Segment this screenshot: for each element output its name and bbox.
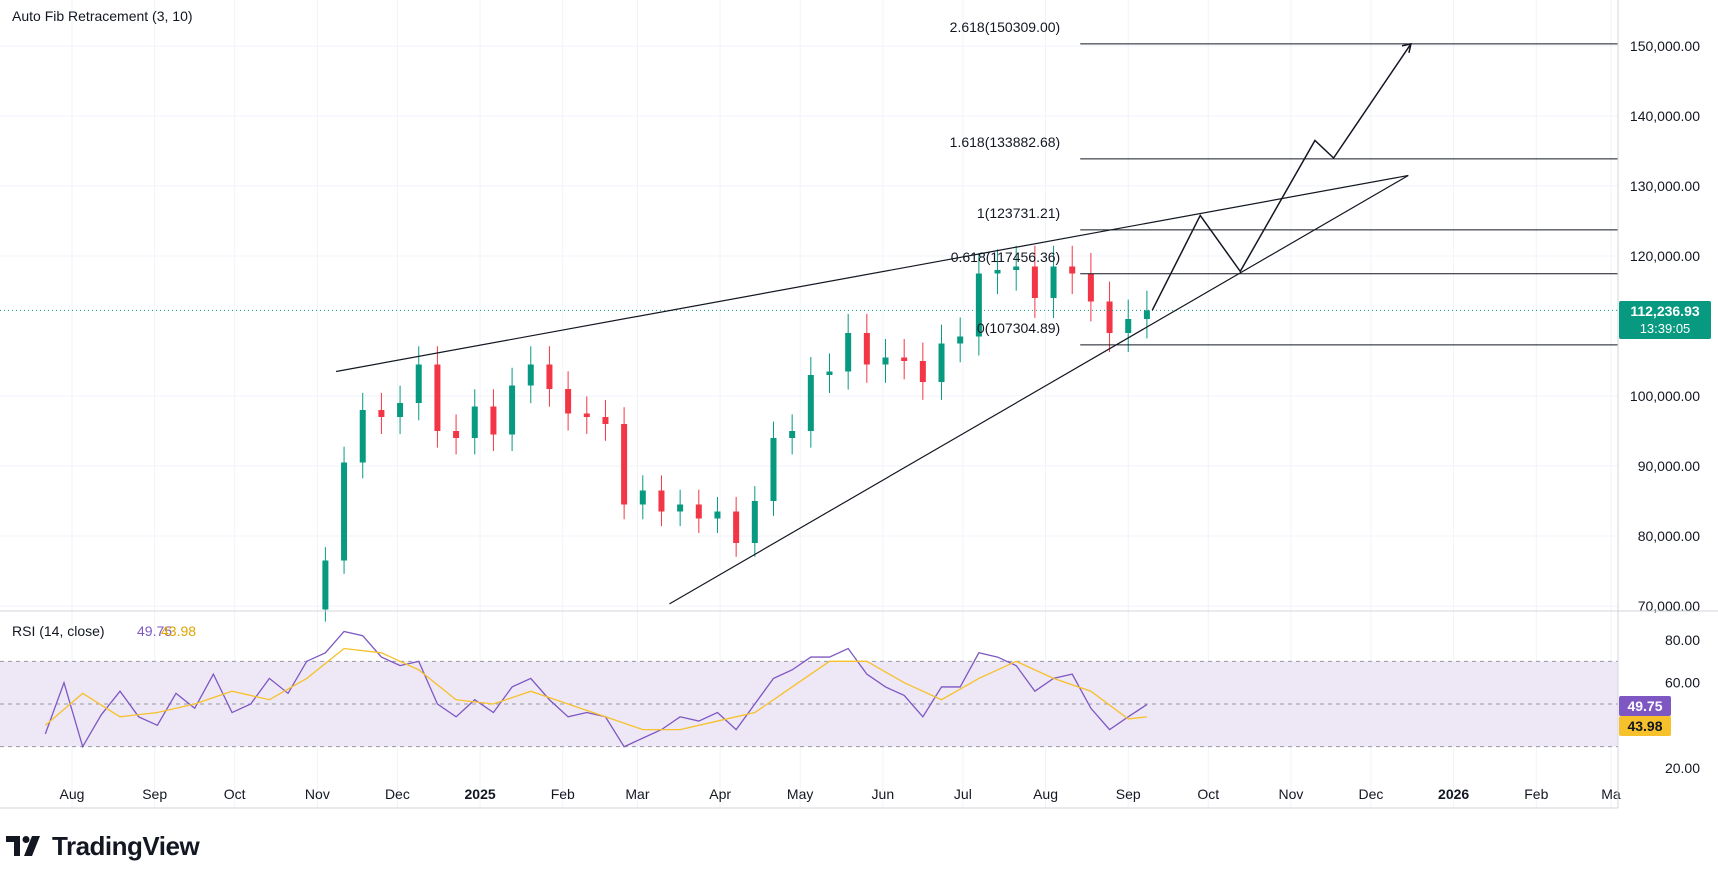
time-tick-label: Mar <box>625 786 649 802</box>
candle-body <box>639 490 646 505</box>
candle-body <box>490 406 497 435</box>
candle-body <box>359 410 366 463</box>
price-tick-label: 130,000.00 <box>1630 178 1700 194</box>
rsi-tick-label: 60.00 <box>1665 675 1700 691</box>
candle-body <box>527 364 534 386</box>
time-tick-label: Aug <box>1033 786 1058 802</box>
candle-body <box>994 270 1001 274</box>
candle-body <box>695 504 702 519</box>
candle-body <box>901 357 908 361</box>
time-tick-label: Sep <box>1116 786 1141 802</box>
candle-body <box>471 406 478 438</box>
fib-level-label: 1.618(133882.68) <box>950 134 1061 150</box>
drawings: 2.618(150309.00) 1.618(133882.68) 1(123731… <box>0 19 1618 605</box>
chart-svg: 2.618(150309.00) 1.618(133882.68) 1(123731… <box>0 0 1718 809</box>
candle-body <box>863 333 870 365</box>
time-tick-label: May <box>787 786 813 802</box>
chart-root: 2.618(150309.00) 1.618(133882.68) 1(123731… <box>0 0 1718 884</box>
fib-level-label: 0(107304.89) <box>977 320 1060 336</box>
candle-body <box>1050 266 1057 298</box>
candle-body <box>434 364 441 431</box>
time-tick-label: 2026 <box>1438 786 1469 802</box>
time-tick-label: Feb <box>1524 786 1548 802</box>
last-price-badge: 112,236.93 13:39:05 <box>1619 301 1711 339</box>
time-tick-label: Nov <box>1278 786 1303 802</box>
price-tick-label: 150,000.00 <box>1630 38 1700 54</box>
candle-body <box>341 462 348 561</box>
rsi-band <box>0 660 1618 748</box>
brand-name: TradingView <box>52 830 200 861</box>
candle-body <box>1069 266 1076 274</box>
rsi-ma-value-badge: 43.98 <box>1619 716 1671 736</box>
candle-body <box>509 385 516 435</box>
candle-body <box>733 511 740 543</box>
candle-body <box>453 431 460 438</box>
brand[interactable]: TradingView <box>6 826 200 866</box>
candle-body <box>1013 266 1020 270</box>
candle-body <box>565 389 572 414</box>
price-pane-title: Auto Fib Retracement (3, 10) <box>12 8 193 24</box>
candle-body <box>677 504 684 512</box>
candle-body <box>882 357 889 365</box>
time-tick-label: Feb <box>551 786 575 802</box>
price-tick-label: 80,000.00 <box>1638 528 1700 544</box>
rsi-value-badge-label: 49.75 <box>1627 698 1662 714</box>
price-tick-label: 100,000.00 <box>1630 388 1700 404</box>
price-tick-label: 120,000.00 <box>1630 248 1700 264</box>
candle-body <box>1106 301 1113 333</box>
projection-path <box>1151 43 1412 311</box>
candle-body <box>789 431 796 438</box>
time-tick-label: Nov <box>305 786 330 802</box>
time-tick-label: Apr <box>709 786 731 802</box>
time-tick-label: Sep <box>142 786 167 802</box>
candle-body <box>714 511 721 519</box>
candle-body <box>378 410 385 417</box>
candle-body <box>845 333 852 372</box>
candle-body <box>770 438 777 501</box>
time-tick-label: Dec <box>1358 786 1383 802</box>
rsi-title: RSI (14, close) <box>12 623 105 639</box>
candle-body <box>938 343 945 382</box>
candle-body <box>602 417 609 424</box>
lower-trendline <box>669 174 1409 605</box>
time-tick-label: Jun <box>872 786 895 802</box>
price-tick-label: 140,000.00 <box>1630 108 1700 124</box>
tradingview-logo-icon <box>6 836 40 856</box>
candle-body <box>546 364 553 389</box>
candle-body <box>919 361 926 382</box>
countdown-label: 13:39:05 <box>1640 321 1691 336</box>
candle-body <box>957 336 964 344</box>
rsi-tick-label: 20.00 <box>1665 760 1700 776</box>
price-tick-label: 70,000.00 <box>1638 598 1700 614</box>
time-tick-label: Oct <box>224 786 246 802</box>
price-tick-label: 90,000.00 <box>1638 458 1700 474</box>
time-tick-label: Dec <box>385 786 410 802</box>
fib-level-label: 1(123731.21) <box>977 205 1060 221</box>
candle-body <box>397 403 404 417</box>
candle-body <box>658 490 665 512</box>
candle-body <box>1087 273 1094 302</box>
rsi-ma-value-badge-label: 43.98 <box>1627 718 1662 734</box>
candle-body <box>1125 319 1132 333</box>
candle-body <box>1031 266 1038 298</box>
fib-level-label: 0.618(117456.36) <box>951 249 1061 265</box>
rsi-value-badge: 49.75 <box>1619 696 1671 716</box>
fib-level-label: 2.618(150309.00) <box>950 19 1061 35</box>
rsi-ma-legend-value: 43.98 <box>161 623 196 639</box>
candle-body <box>807 375 814 431</box>
candle-body <box>1143 310 1150 319</box>
time-tick-label: Jul <box>954 786 972 802</box>
last-price-label: 112,236.93 <box>1630 303 1700 319</box>
rsi-legend: RSI (14, close) 49.75 43.98 <box>12 623 196 639</box>
candle-body <box>621 424 628 505</box>
candle-body <box>583 413 590 417</box>
candle-body <box>322 560 329 610</box>
time-tick-label: Aug <box>60 786 85 802</box>
candle-body <box>826 371 833 375</box>
time-tick-label: Oct <box>1197 786 1219 802</box>
candle-body <box>751 501 758 543</box>
time-tick-label: 2025 <box>465 786 496 802</box>
rsi-tick-label: 80.00 <box>1665 632 1700 648</box>
candle-body <box>415 364 422 403</box>
